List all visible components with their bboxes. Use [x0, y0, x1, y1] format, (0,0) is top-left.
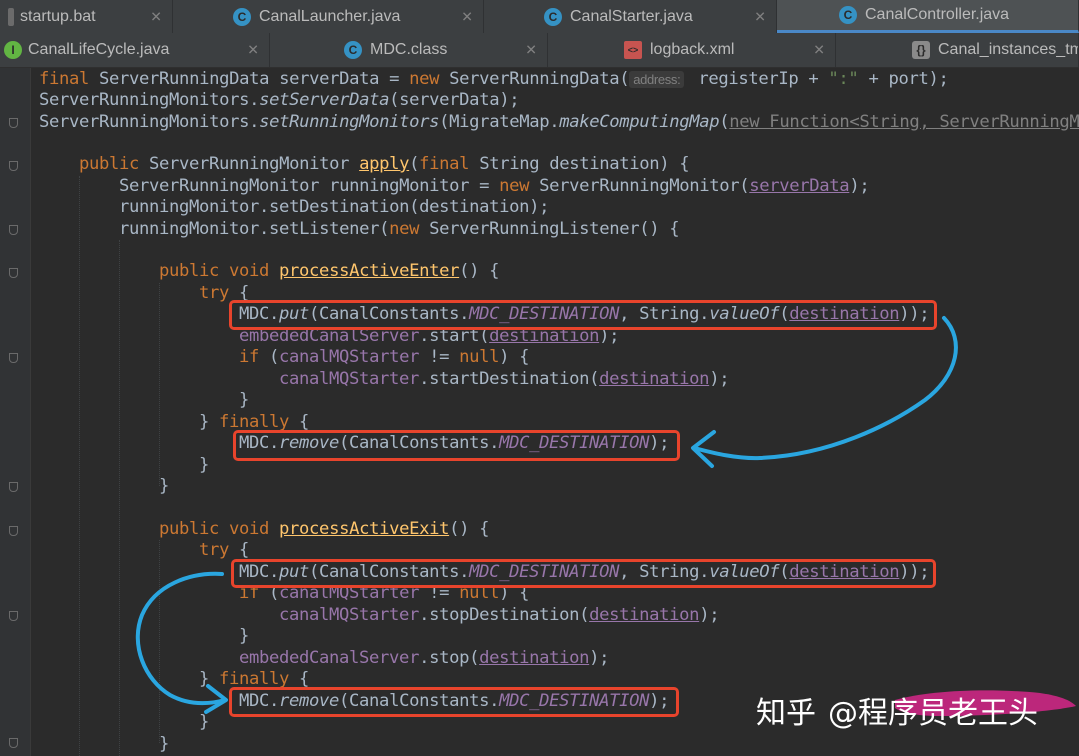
watermark: 知乎 @程序员老王头 [756, 688, 1038, 732]
arrowhead [204, 684, 228, 714]
arrow-put-to-remove [135, 571, 227, 706]
watermark-handle: @程序员老王头 [828, 696, 1038, 731]
arrow-put-to-remove [692, 316, 958, 461]
annotation-arrows [135, 316, 1076, 716]
watermark-brand: 知乎 [756, 696, 816, 731]
